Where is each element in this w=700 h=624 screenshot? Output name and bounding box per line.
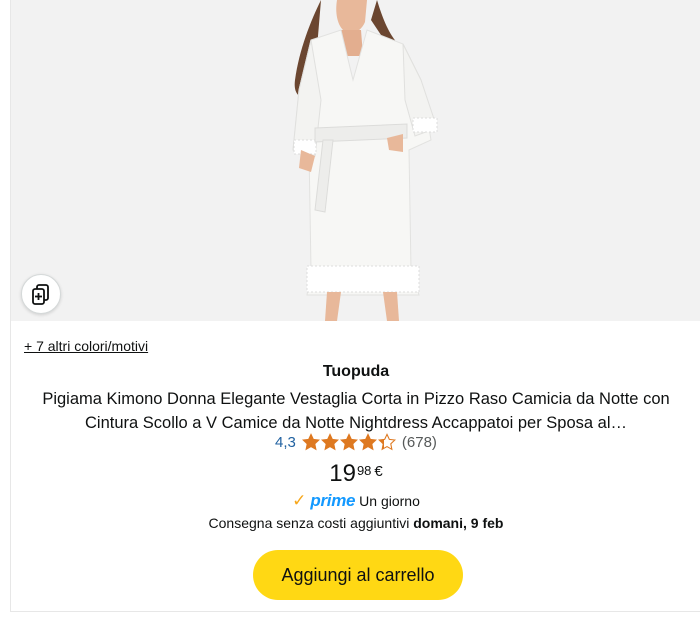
- price-whole: 19: [329, 460, 356, 487]
- price-currency: €: [374, 463, 383, 480]
- delivery-date: domani, 9 feb: [413, 515, 504, 531]
- delivery-prefix: Consegna senza costi aggiuntivi: [208, 515, 414, 531]
- compare-button[interactable]: [21, 274, 61, 314]
- rating-value: 4,3: [275, 433, 296, 451]
- rating-row[interactable]: 4,3 (678): [11, 433, 700, 451]
- more-colors-link[interactable]: + 7 altri colori/motivi: [24, 338, 148, 354]
- prime-label: Un giorno: [359, 493, 420, 509]
- prime-badge: ✓ prime Un giorno: [11, 491, 700, 511]
- prime-logo: prime: [310, 491, 356, 510]
- star-icon: [320, 433, 339, 451]
- star-icon: [301, 433, 320, 451]
- delivery-info: Consegna senza costi aggiuntivi domani, …: [11, 515, 700, 531]
- brand-name: Tuopuda: [322, 363, 390, 380]
- price: 19 98 €: [11, 460, 700, 488]
- compare-cards-icon: [32, 284, 49, 305]
- add-to-cart-button[interactable]: Aggiungi al carrello: [253, 550, 463, 600]
- price-fraction: 98: [356, 463, 372, 478]
- star-icon: [377, 433, 396, 451]
- product-photo: [292, 0, 438, 321]
- prime-check-icon: ✓: [292, 491, 307, 510]
- star-rating: [301, 433, 396, 451]
- product-card: + 7 altri colori/motivi Tuopuda Pigiama …: [10, 0, 700, 612]
- star-icon: [358, 433, 377, 451]
- star-icon: [339, 433, 358, 451]
- product-title[interactable]: Pigiama Kimono Donna Elegante Vestaglia …: [31, 387, 681, 435]
- product-image[interactable]: [11, 0, 700, 321]
- rating-count[interactable]: (678): [402, 434, 437, 451]
